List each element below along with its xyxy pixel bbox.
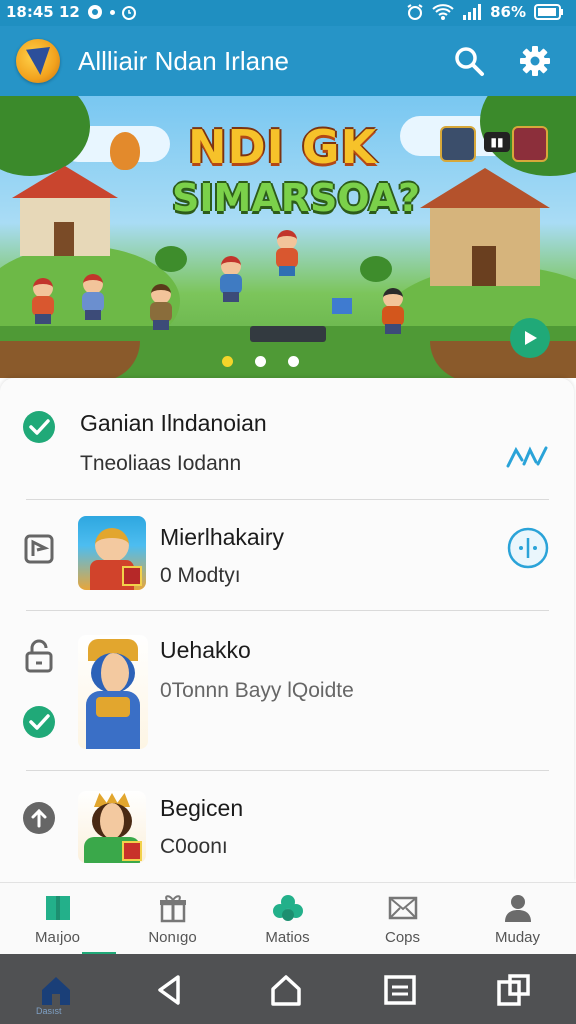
carousel-dot[interactable] [288, 356, 299, 367]
carousel-dot[interactable] [222, 356, 233, 367]
carousel-dot[interactable] [255, 356, 266, 367]
list-item[interactable]: Begicen C0oonı [0, 771, 576, 881]
alarm-icon [121, 6, 136, 20]
search-icon[interactable] [452, 44, 486, 78]
sword-badge-icon [512, 126, 548, 162]
nav-tab-home[interactable]: Maıjoo [0, 883, 115, 955]
record-icon [87, 5, 102, 19]
signal-icon [463, 4, 482, 20]
system-navigation-bar: Dasıst [0, 954, 576, 1024]
dirt-decoration [0, 341, 140, 378]
hero-subtitle: SIMARSOA? [172, 176, 421, 220]
dirt-decoration [430, 341, 576, 378]
item-title: Mierlhakairy [160, 524, 284, 550]
carousel-dots [222, 356, 299, 367]
character-figure [28, 278, 58, 324]
app-logo [16, 39, 60, 83]
tree-decoration [0, 96, 90, 176]
badge-icon [440, 126, 476, 162]
app-title: Allliair Ndan Irlane [78, 46, 289, 76]
battery-percent: 86% [490, 3, 526, 21]
platform-decoration [250, 326, 326, 342]
group-icon [273, 895, 303, 921]
list-item[interactable]: Uehakko 0Tonnn Bayy lQoidte [0, 611, 576, 771]
nav-tab-profile[interactable]: Muday [460, 883, 575, 955]
arrow-up-circle-icon [23, 802, 55, 834]
character-figure [78, 274, 108, 320]
game-thumbnail [78, 791, 146, 863]
info-circle-icon[interactable] [506, 526, 550, 570]
list-item[interactable]: Ganian Ilndanoian Tneoliaas Iodann [0, 378, 576, 498]
status-time: 18:45 12 [6, 3, 80, 21]
home-tab-icon [46, 896, 70, 920]
nav-tab-label: Muday [494, 929, 541, 946]
nav-tab-mail[interactable]: Cops [345, 883, 460, 955]
gear-icon[interactable] [518, 44, 552, 78]
house-right [420, 168, 550, 286]
hero-title: NDI GK [188, 120, 378, 174]
status-bar: 18:45 12 86% [0, 0, 576, 26]
item-subtitle: C0oonı [160, 835, 228, 858]
item-title: Begicen [160, 795, 244, 821]
character-figure [272, 230, 302, 276]
wifi-icon [432, 4, 454, 20]
house-left [12, 166, 118, 256]
check-circle-icon [23, 411, 55, 443]
item-title: Uehakko [160, 637, 251, 663]
dot-icon [109, 9, 115, 15]
game-thumbnail [78, 635, 148, 749]
flag-icon [24, 534, 54, 564]
chest-decoration [332, 298, 352, 314]
item-subtitle: 0Tonnn Bayy lQoidte [160, 679, 354, 702]
palm-tree [360, 256, 392, 282]
home-label: Dasıst [36, 1006, 62, 1016]
multiwindow-icon[interactable] [494, 970, 534, 1010]
nav-tab-gifts[interactable]: Nonıgo [115, 883, 230, 955]
alarm-clock-icon [407, 4, 423, 20]
nav-tab-matches[interactable]: Matios [230, 883, 345, 955]
game-thumbnail [78, 516, 146, 590]
mail-icon [388, 896, 418, 920]
character-figure [378, 288, 408, 334]
item-title: Ganian Ilndanoian [80, 410, 267, 436]
person-icon [505, 895, 531, 922]
palm-tree [155, 246, 187, 272]
check-circle-icon [23, 706, 55, 738]
pause-badge-icon: ▮▮ [484, 132, 510, 152]
play-button[interactable] [510, 318, 550, 358]
gift-icon [160, 895, 186, 923]
nav-tab-label: Matios [265, 929, 310, 946]
character-figure [216, 256, 246, 302]
item-subtitle: 0 Modtyı [160, 564, 241, 587]
nav-tab-label: Maıjoo [34, 929, 81, 946]
item-subtitle: Tneoliaas Iodann [80, 452, 242, 475]
tools-icon[interactable] [506, 444, 550, 470]
character-figure [146, 284, 176, 330]
nav-tab-label: Cops [384, 929, 421, 946]
nav-tab-label: Nonıgo [148, 929, 197, 946]
home-icon[interactable] [36, 970, 76, 1010]
list-card: Ganian Ilndanoian Tneoliaas Iodann Mierl… [0, 378, 574, 882]
app-bar: Allliair Ndan Irlane [0, 26, 576, 96]
hero-banner[interactable]: NDI GK SIMARSOA? ▮▮ [0, 96, 576, 378]
list-item[interactable]: Mierlhakairy 0 Modtyı [0, 500, 576, 610]
balloon-decoration [110, 132, 140, 170]
bottom-navigation: Maıjoo Nonıgo Matios Cops Muday [0, 882, 576, 955]
play-icon [525, 331, 537, 345]
recents-icon[interactable] [380, 970, 420, 1010]
lock-icon [25, 639, 53, 673]
battery-icon [534, 4, 563, 20]
home-button-icon[interactable] [266, 970, 306, 1010]
back-icon[interactable] [150, 970, 190, 1010]
